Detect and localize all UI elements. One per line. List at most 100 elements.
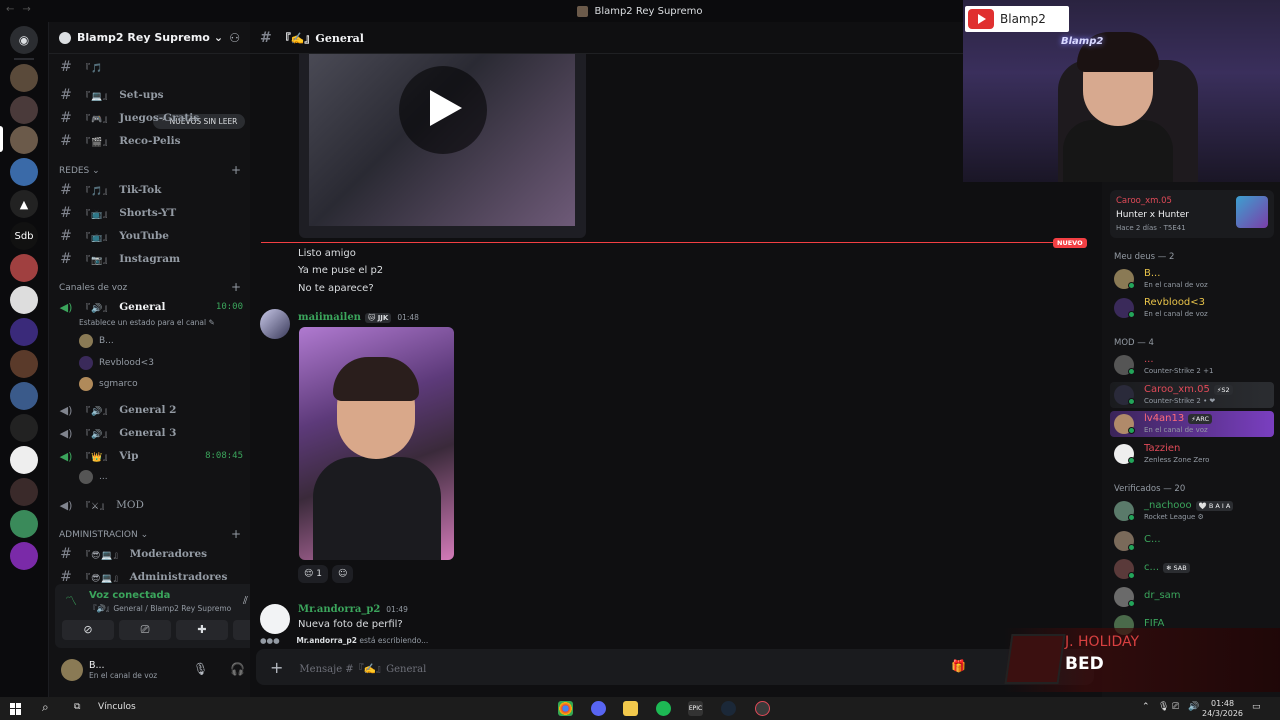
add-reaction-button[interactable]: ☺ xyxy=(331,565,354,583)
member[interactable]: dr_sam xyxy=(1110,584,1274,610)
add-channel-icon[interactable]: + xyxy=(231,528,241,540)
nav-arrows[interactable]: ←→ xyxy=(6,4,39,15)
reaction[interactable]: 😌 1 xyxy=(298,565,328,583)
voice-user[interactable]: ... xyxy=(79,468,108,486)
rail-separator xyxy=(14,58,34,60)
text-channel[interactable]: # 『💻』 Set-ups xyxy=(57,84,243,106)
member[interactable]: Tazzien Zenless Zone Zero xyxy=(1110,441,1274,467)
member[interactable]: Caroo_xm.05 ⚡S2 Counter-Strike 2 • ❤ xyxy=(1110,382,1274,408)
channel-status-hint[interactable]: Establece un estado para el canal ✎ xyxy=(79,318,215,327)
category-admin[interactable]: ADMINISTRACION ⌄ + xyxy=(59,528,241,540)
file-explorer-icon[interactable] xyxy=(623,701,638,716)
windows-start-icon[interactable] xyxy=(10,702,22,715)
spotify-icon[interactable] xyxy=(656,701,671,716)
voice-connected-channel[interactable]: 『🔊』General / Blamp2 Rey Supremo xyxy=(89,603,231,614)
category-voice[interactable]: Canales de voz + xyxy=(59,281,241,293)
server-icon[interactable] xyxy=(10,64,38,92)
server-icon[interactable]: ▲ xyxy=(10,190,38,218)
member[interactable]: C... xyxy=(1110,528,1274,554)
server-icon[interactable] xyxy=(10,414,38,442)
camera-button[interactable]: ⊘ xyxy=(62,620,114,640)
server-icon[interactable] xyxy=(10,286,38,314)
member[interactable]: ... Counter-Strike 2 +1 xyxy=(1110,352,1274,378)
server-icon[interactable] xyxy=(10,510,38,538)
message-input[interactable]: + Mensaje #『✍』General 🎁 xyxy=(256,649,1094,685)
voice-user[interactable]: B... xyxy=(79,332,114,350)
voice-user[interactable]: Revblood<3 xyxy=(79,354,154,372)
invite-people-icon[interactable]: ⚇ xyxy=(229,31,240,45)
chevron-up-icon[interactable]: ⌃ xyxy=(1142,702,1150,712)
add-channel-icon[interactable]: + xyxy=(231,281,241,293)
category-label: Canales de voz xyxy=(59,283,128,293)
channel-sidebar: Blamp2 Rey Supremo ⌄ ⚇ # 『🎵 ⌃ NUEVOS SIN … xyxy=(48,22,293,697)
voice-channel[interactable]: ◀) 『🔊』 General 2 xyxy=(57,399,243,421)
steam-icon[interactable] xyxy=(721,701,736,716)
image-attachment[interactable] xyxy=(299,327,454,560)
server-icon[interactable] xyxy=(10,350,38,378)
gift-icon[interactable]: 🎁 xyxy=(951,659,966,673)
system-clock[interactable]: 01:48 24/3/2026 xyxy=(1202,699,1243,719)
discord-home-icon[interactable]: ◉ xyxy=(10,26,38,54)
server-icon-active[interactable] xyxy=(10,126,38,154)
video-attachment[interactable] xyxy=(299,54,586,238)
member[interactable]: _nachooo 🤍 B A I A Rocket League ⚙ xyxy=(1110,498,1274,524)
avatar[interactable] xyxy=(260,604,290,634)
server-icon[interactable] xyxy=(10,542,38,570)
avatar[interactable] xyxy=(61,659,83,681)
volume-icon[interactable]: 🔊 xyxy=(1188,702,1199,712)
text-channel[interactable]: # 『🎮』 Juegos-Gratis xyxy=(57,107,243,129)
text-channel[interactable]: # 『😎💻』 Administradores xyxy=(57,566,243,584)
search-icon[interactable]: ⌕ xyxy=(42,700,49,715)
server-icon[interactable] xyxy=(10,254,38,282)
obs-icon[interactable] xyxy=(755,701,770,716)
add-channel-icon[interactable]: + xyxy=(231,164,241,176)
network-icon[interactable]: ⎚ xyxy=(1172,702,1179,712)
member-name: Tazzien xyxy=(1144,443,1181,454)
voice-channel-general[interactable]: ◀) 『🔊』 General 10:00 xyxy=(57,296,243,318)
voice-channel-vip[interactable]: ◀) 『👑』 Vip 8:08:45 xyxy=(57,445,243,467)
discord-icon[interactable] xyxy=(591,701,606,716)
avatar[interactable] xyxy=(260,309,290,339)
notification-icon[interactable]: ▭ xyxy=(1252,702,1261,712)
text-channel[interactable]: # 『😎💻』 Moderadores xyxy=(57,543,243,565)
member[interactable]: Revblood<3 En el canal de voz xyxy=(1110,295,1274,321)
member-status: Counter-Strike 2 +1 xyxy=(1144,367,1214,375)
voice-user[interactable]: sgmarco xyxy=(79,375,138,393)
member[interactable]: c... ❄ SAB xyxy=(1110,556,1274,582)
task-view-icon[interactable]: ⧉ xyxy=(74,702,80,712)
links-toolbar[interactable]: Vínculos xyxy=(98,702,136,712)
member[interactable]: lv4an13 ⚡ARC En el canal de voz xyxy=(1110,411,1274,437)
text-channel[interactable]: # 『📺』 YouTube xyxy=(57,225,243,247)
member-status: Counter-Strike 2 • ❤ xyxy=(1144,397,1216,405)
category-redes[interactable]: REDES ⌄ + xyxy=(59,164,241,176)
text-channel[interactable]: # 『📷』 Instagram xyxy=(57,248,243,270)
microphone-icon[interactable]: 🎙 xyxy=(193,662,208,676)
server-icon[interactable] xyxy=(10,478,38,506)
message-author[interactable]: maiimailen 🐱 JJK 01:48 xyxy=(298,312,419,323)
server-icon[interactable] xyxy=(10,446,38,474)
text-channel[interactable]: # 『🎵 xyxy=(57,56,243,78)
activity-button[interactable]: ✚ xyxy=(176,620,228,640)
server-icon[interactable] xyxy=(10,96,38,124)
epic-games-icon[interactable]: EPIC xyxy=(688,701,703,716)
activity-card[interactable]: Caroo_xm.05 Hunter x Hunter Hace 2 días … xyxy=(1110,190,1274,238)
server-icon[interactable] xyxy=(10,382,38,410)
text-channel[interactable]: # 『📺』 Shorts-YT xyxy=(57,202,243,224)
mic-tray-icon[interactable]: 🎙 xyxy=(1158,702,1169,712)
server-header[interactable]: Blamp2 Rey Supremo ⌄ ⚇ xyxy=(49,22,250,54)
voice-channel[interactable]: ◀) 『🔊』 General 3 xyxy=(57,422,243,444)
server-icon[interactable] xyxy=(10,318,38,346)
message-author[interactable]: Mr.andorra_p2 01:49 xyxy=(298,604,408,615)
chrome-icon[interactable] xyxy=(558,701,573,716)
server-icon[interactable] xyxy=(10,158,38,186)
member[interactable]: B... En el canal de voz xyxy=(1110,266,1274,292)
text-channel[interactable]: # 『🎵』 Tik-Tok xyxy=(57,179,243,201)
noise-suppression-icon[interactable]: ⫽ xyxy=(243,594,248,608)
voice-channel[interactable]: ◀) 『⚔』 MOD xyxy=(57,494,243,516)
headphones-icon[interactable]: 🎧 xyxy=(230,662,245,676)
text-channel[interactable]: # 『🎬』 Reco-Pelis xyxy=(57,130,243,152)
screen-share-button[interactable]: ⎚ xyxy=(119,620,171,640)
signal-icon[interactable]: 〽 xyxy=(65,592,81,608)
add-attachment-icon[interactable]: + xyxy=(270,658,283,677)
server-icon-sdb[interactable]: Sdb xyxy=(10,222,38,250)
